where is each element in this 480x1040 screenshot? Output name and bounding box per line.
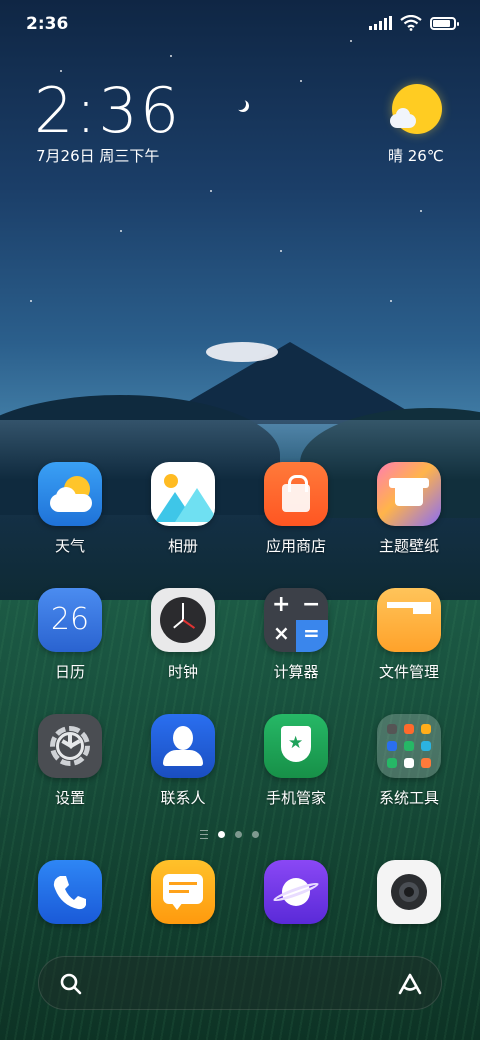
security-icon: ★: [264, 714, 328, 778]
moon-icon: [234, 98, 246, 110]
messages-icon: [151, 860, 215, 924]
dock-phone[interactable]: [20, 860, 120, 924]
app-calendar[interactable]: 26 日历: [20, 588, 120, 682]
battery-icon: [430, 16, 459, 30]
browser-icon: [264, 860, 328, 924]
clock-widget-time[interactable]: 2:36: [34, 74, 181, 147]
page-dot[interactable]: [252, 831, 259, 838]
page-dot[interactable]: [218, 831, 225, 838]
status-bar-time: 2:36: [26, 14, 69, 34]
page-list-icon[interactable]: [200, 830, 208, 839]
app-label: 设置: [54, 789, 85, 807]
assistant-icon[interactable]: [397, 972, 423, 996]
dock-camera[interactable]: [359, 860, 459, 924]
weather-icon: [38, 462, 102, 526]
file-manager-icon: [377, 588, 441, 652]
weather-cloud-part-2: [396, 108, 410, 122]
gallery-icon: [151, 462, 215, 526]
app-weather[interactable]: 天气: [20, 462, 120, 556]
page-indicator[interactable]: [200, 830, 259, 839]
dock-browser[interactable]: [246, 860, 346, 924]
status-bar-icons: [369, 15, 459, 31]
wifi-icon: [400, 15, 422, 31]
calendar-icon: 26: [38, 588, 102, 652]
calculator-icon: + − × =: [264, 588, 328, 652]
app-gallery[interactable]: 相册: [133, 462, 233, 556]
app-label: 时钟: [167, 663, 198, 681]
app-label: 文件管理: [378, 663, 439, 681]
app-store-icon: [264, 462, 328, 526]
clock-icon: [151, 588, 215, 652]
search-icon: [60, 973, 82, 995]
dock-messages[interactable]: [133, 860, 233, 924]
phone-icon: [38, 860, 102, 924]
global-search-bar[interactable]: [38, 956, 442, 1010]
camera-icon: [377, 860, 441, 924]
themes-icon: [377, 462, 441, 526]
app-label: 主题壁纸: [378, 537, 439, 555]
app-store[interactable]: 应用商店: [246, 462, 346, 556]
app-settings[interactable]: 设置: [20, 714, 120, 808]
weather-widget-text[interactable]: 晴 26℃: [388, 145, 444, 166]
app-files[interactable]: 文件管理: [359, 588, 459, 682]
app-folder-system-tools[interactable]: 系统工具: [359, 714, 459, 808]
app-label: 天气: [54, 537, 85, 555]
page-dot[interactable]: [235, 831, 242, 838]
app-label: 相册: [167, 537, 198, 555]
app-clock[interactable]: 时钟: [133, 588, 233, 682]
app-label: 应用商店: [265, 537, 326, 555]
folder-icon: [377, 714, 441, 778]
settings-icon: [38, 714, 102, 778]
app-security[interactable]: ★ 手机管家: [246, 714, 346, 808]
calendar-day: 26: [50, 602, 90, 637]
app-label: 系统工具: [378, 789, 439, 807]
app-contacts[interactable]: 联系人: [133, 714, 233, 808]
app-label: 计算器: [273, 663, 319, 681]
app-calculator[interactable]: + − × = 计算器: [246, 588, 346, 682]
clock-widget-date[interactable]: 7月26日 周三下午: [36, 145, 159, 166]
app-label: 日历: [54, 663, 85, 681]
app-themes[interactable]: 主题壁纸: [359, 462, 459, 556]
app-label: 联系人: [160, 789, 206, 807]
app-label: 手机管家: [265, 789, 326, 807]
contacts-icon: [151, 714, 215, 778]
signal-icon: [369, 16, 392, 30]
